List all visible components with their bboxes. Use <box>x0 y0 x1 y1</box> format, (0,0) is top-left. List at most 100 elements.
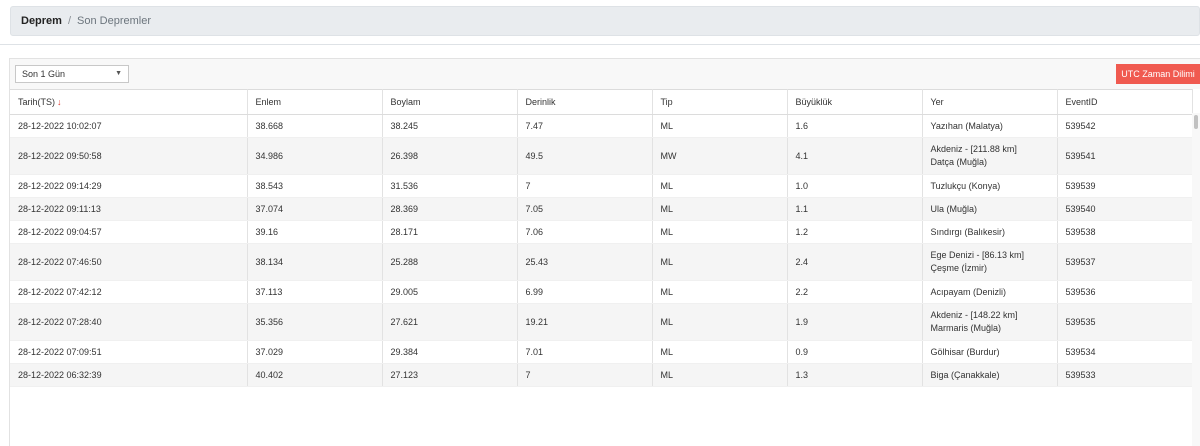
tip-cell: ML <box>652 174 788 198</box>
enlem-cell: 38.668 <box>247 114 383 138</box>
table-row[interactable]: 28-12-2022 07:28:40 35.356 27.621 19.21 ML 1.… <box>10 303 1193 341</box>
tip-cell: MW <box>652 137 788 175</box>
table-row[interactable]: 28-12-2022 09:50:58 34.986 26.398 49.5 MW 4.1… <box>10 137 1193 175</box>
tip-cell: ML <box>652 114 788 138</box>
derinlik-cell: 7.01 <box>517 340 653 364</box>
buyukluk-cell: 1.9 <box>787 303 923 341</box>
boylam-cell: 27.621 <box>382 303 518 341</box>
derinlik-cell: 19.21 <box>517 303 653 341</box>
derinlik-cell: 6.99 <box>517 280 653 304</box>
boylam-cell: 29.005 <box>382 280 518 304</box>
eventid-cell: 539538 <box>1057 220 1193 244</box>
boylam-cell: 31.536 <box>382 174 518 198</box>
derinlik-cell: 7.06 <box>517 220 653 244</box>
eventid-cell: 539537 <box>1057 243 1193 281</box>
tarih-cell: 28-12-2022 09:50:58 <box>10 137 248 175</box>
yer-cell: Sındırgı (Balıkesir) <box>922 220 1058 244</box>
eventid-cell: 539541 <box>1057 137 1193 175</box>
enlem-cell: 40.402 <box>247 363 383 387</box>
tarih-cell: 28-12-2022 09:11:13 <box>10 197 248 221</box>
column-header-tip[interactable]: Tip <box>652 89 788 115</box>
column-header-derinlik[interactable]: Derinlik <box>517 89 653 115</box>
header-divider <box>0 44 1200 45</box>
breadcrumb-root[interactable]: Deprem <box>21 15 62 27</box>
eventid-cell: 539533 <box>1057 363 1193 387</box>
tarih-cell: 28-12-2022 07:42:12 <box>10 280 248 304</box>
buyukluk-cell: 2.4 <box>787 243 923 281</box>
buyukluk-cell: 0.9 <box>787 340 923 364</box>
utc-timezone-button[interactable]: UTC Zaman Dilimi <box>1116 64 1200 84</box>
yer-cell: Acıpayam (Denizli) <box>922 280 1058 304</box>
breadcrumb: Deprem / Son Depremler <box>10 6 1200 36</box>
breadcrumb-current: Son Depremler <box>77 15 152 27</box>
column-header-boylam[interactable]: Boylam <box>382 89 518 115</box>
enlem-cell: 37.029 <box>247 340 383 364</box>
tip-cell: ML <box>652 303 788 341</box>
page: Deprem / Son Depremler Son 1 Gün ▼ UTC Z… <box>0 0 1200 446</box>
eventid-cell: 539535 <box>1057 303 1193 341</box>
tarih-cell: 28-12-2022 07:28:40 <box>10 303 248 341</box>
eventid-cell: 539534 <box>1057 340 1193 364</box>
table-toolbar: Son 1 Gün ▼ UTC Zaman Dilimi <box>10 59 1200 89</box>
column-header-yer[interactable]: Yer <box>922 89 1058 115</box>
table-body: 28-12-2022 10:02:07 38.668 38.245 7.47 ML 1.6… <box>10 114 1193 387</box>
table-row[interactable]: 28-12-2022 07:09:51 37.029 29.384 7.01 ML 0.9… <box>10 340 1193 364</box>
table-row[interactable]: 28-12-2022 06:32:39 40.402 27.123 7 ML 1.3 Big… <box>10 363 1193 387</box>
buyukluk-cell: 1.0 <box>787 174 923 198</box>
buyukluk-cell: 1.6 <box>787 114 923 138</box>
enlem-cell: 34.986 <box>247 137 383 175</box>
tip-cell: ML <box>652 220 788 244</box>
tip-cell: ML <box>652 197 788 221</box>
enlem-cell: 35.356 <box>247 303 383 341</box>
enlem-cell: 37.074 <box>247 197 383 221</box>
enlem-cell: 37.113 <box>247 280 383 304</box>
time-range-select[interactable]: Son 1 Gün ▼ <box>15 65 129 83</box>
sort-down-arrow-icon: ↓ <box>57 97 62 107</box>
chevron-down-icon: ▼ <box>115 70 122 77</box>
yer-cell: Biga (Çanakkale) <box>922 363 1058 387</box>
tarih-cell: 28-12-2022 10:02:07 <box>10 114 248 138</box>
tarih-cell: 28-12-2022 09:14:29 <box>10 174 248 198</box>
column-header-buyukluk[interactable]: Büyüklük <box>787 89 923 115</box>
column-header-eventid[interactable]: EventID <box>1057 89 1193 115</box>
vertical-scrollbar[interactable] <box>1192 113 1200 446</box>
derinlik-cell: 7 <box>517 174 653 198</box>
scrollbar-thumb[interactable] <box>1194 115 1198 129</box>
buyukluk-cell: 4.1 <box>787 137 923 175</box>
table-row[interactable]: 28-12-2022 09:14:29 38.543 31.536 7 ML 1.0 Tuz… <box>10 174 1193 198</box>
tarih-cell: 28-12-2022 07:09:51 <box>10 340 248 364</box>
yer-cell: Ula (Muğla) <box>922 197 1058 221</box>
breadcrumb-separator: / <box>67 15 72 27</box>
enlem-cell: 39.16 <box>247 220 383 244</box>
eventid-cell: 539539 <box>1057 174 1193 198</box>
yer-cell: Yazıhan (Malatya) <box>922 114 1058 138</box>
table-row[interactable]: 28-12-2022 09:04:57 39.16 28.171 7.06 ML 1.2 S… <box>10 220 1193 244</box>
boylam-cell: 27.123 <box>382 363 518 387</box>
tip-cell: ML <box>652 243 788 281</box>
tip-cell: ML <box>652 363 788 387</box>
table-row[interactable]: 28-12-2022 07:42:12 37.113 29.005 6.99 ML 2.2… <box>10 280 1193 304</box>
buyukluk-cell: 1.3 <box>787 363 923 387</box>
boylam-cell: 26.398 <box>382 137 518 175</box>
derinlik-cell: 7.47 <box>517 114 653 138</box>
derinlik-cell: 7.05 <box>517 197 653 221</box>
enlem-cell: 38.134 <box>247 243 383 281</box>
derinlik-cell: 7 <box>517 363 653 387</box>
tip-cell: ML <box>652 340 788 364</box>
eventid-cell: 539540 <box>1057 197 1193 221</box>
eventid-cell: 539542 <box>1057 114 1193 138</box>
yer-cell: Ege Denizi - [86.13 km] Çeşme (İzmir) <box>922 243 1058 281</box>
earthquake-table: Tarih(TS) ↓ Enlem Boylam Derinlik Tip Büy… <box>10 89 1193 387</box>
eventid-cell: 539536 <box>1057 280 1193 304</box>
boylam-cell: 28.171 <box>382 220 518 244</box>
yer-cell: Tuzlukçu (Konya) <box>922 174 1058 198</box>
column-header-tarih[interactable]: Tarih(TS) ↓ <box>10 89 248 115</box>
table-row[interactable]: 28-12-2022 10:02:07 38.668 38.245 7.47 ML 1.6… <box>10 114 1193 138</box>
yer-cell: Akdeniz - [211.88 km] Datça (Muğla) <box>922 137 1058 175</box>
derinlik-cell: 25.43 <box>517 243 653 281</box>
tarih-cell: 28-12-2022 07:46:50 <box>10 243 248 281</box>
table-row[interactable]: 28-12-2022 09:11:13 37.074 28.369 7.05 ML 1.1… <box>10 197 1193 221</box>
tarih-cell: 28-12-2022 09:04:57 <box>10 220 248 244</box>
column-header-enlem[interactable]: Enlem <box>247 89 383 115</box>
table-row[interactable]: 28-12-2022 07:46:50 38.134 25.288 25.43 ML 2.… <box>10 243 1193 281</box>
